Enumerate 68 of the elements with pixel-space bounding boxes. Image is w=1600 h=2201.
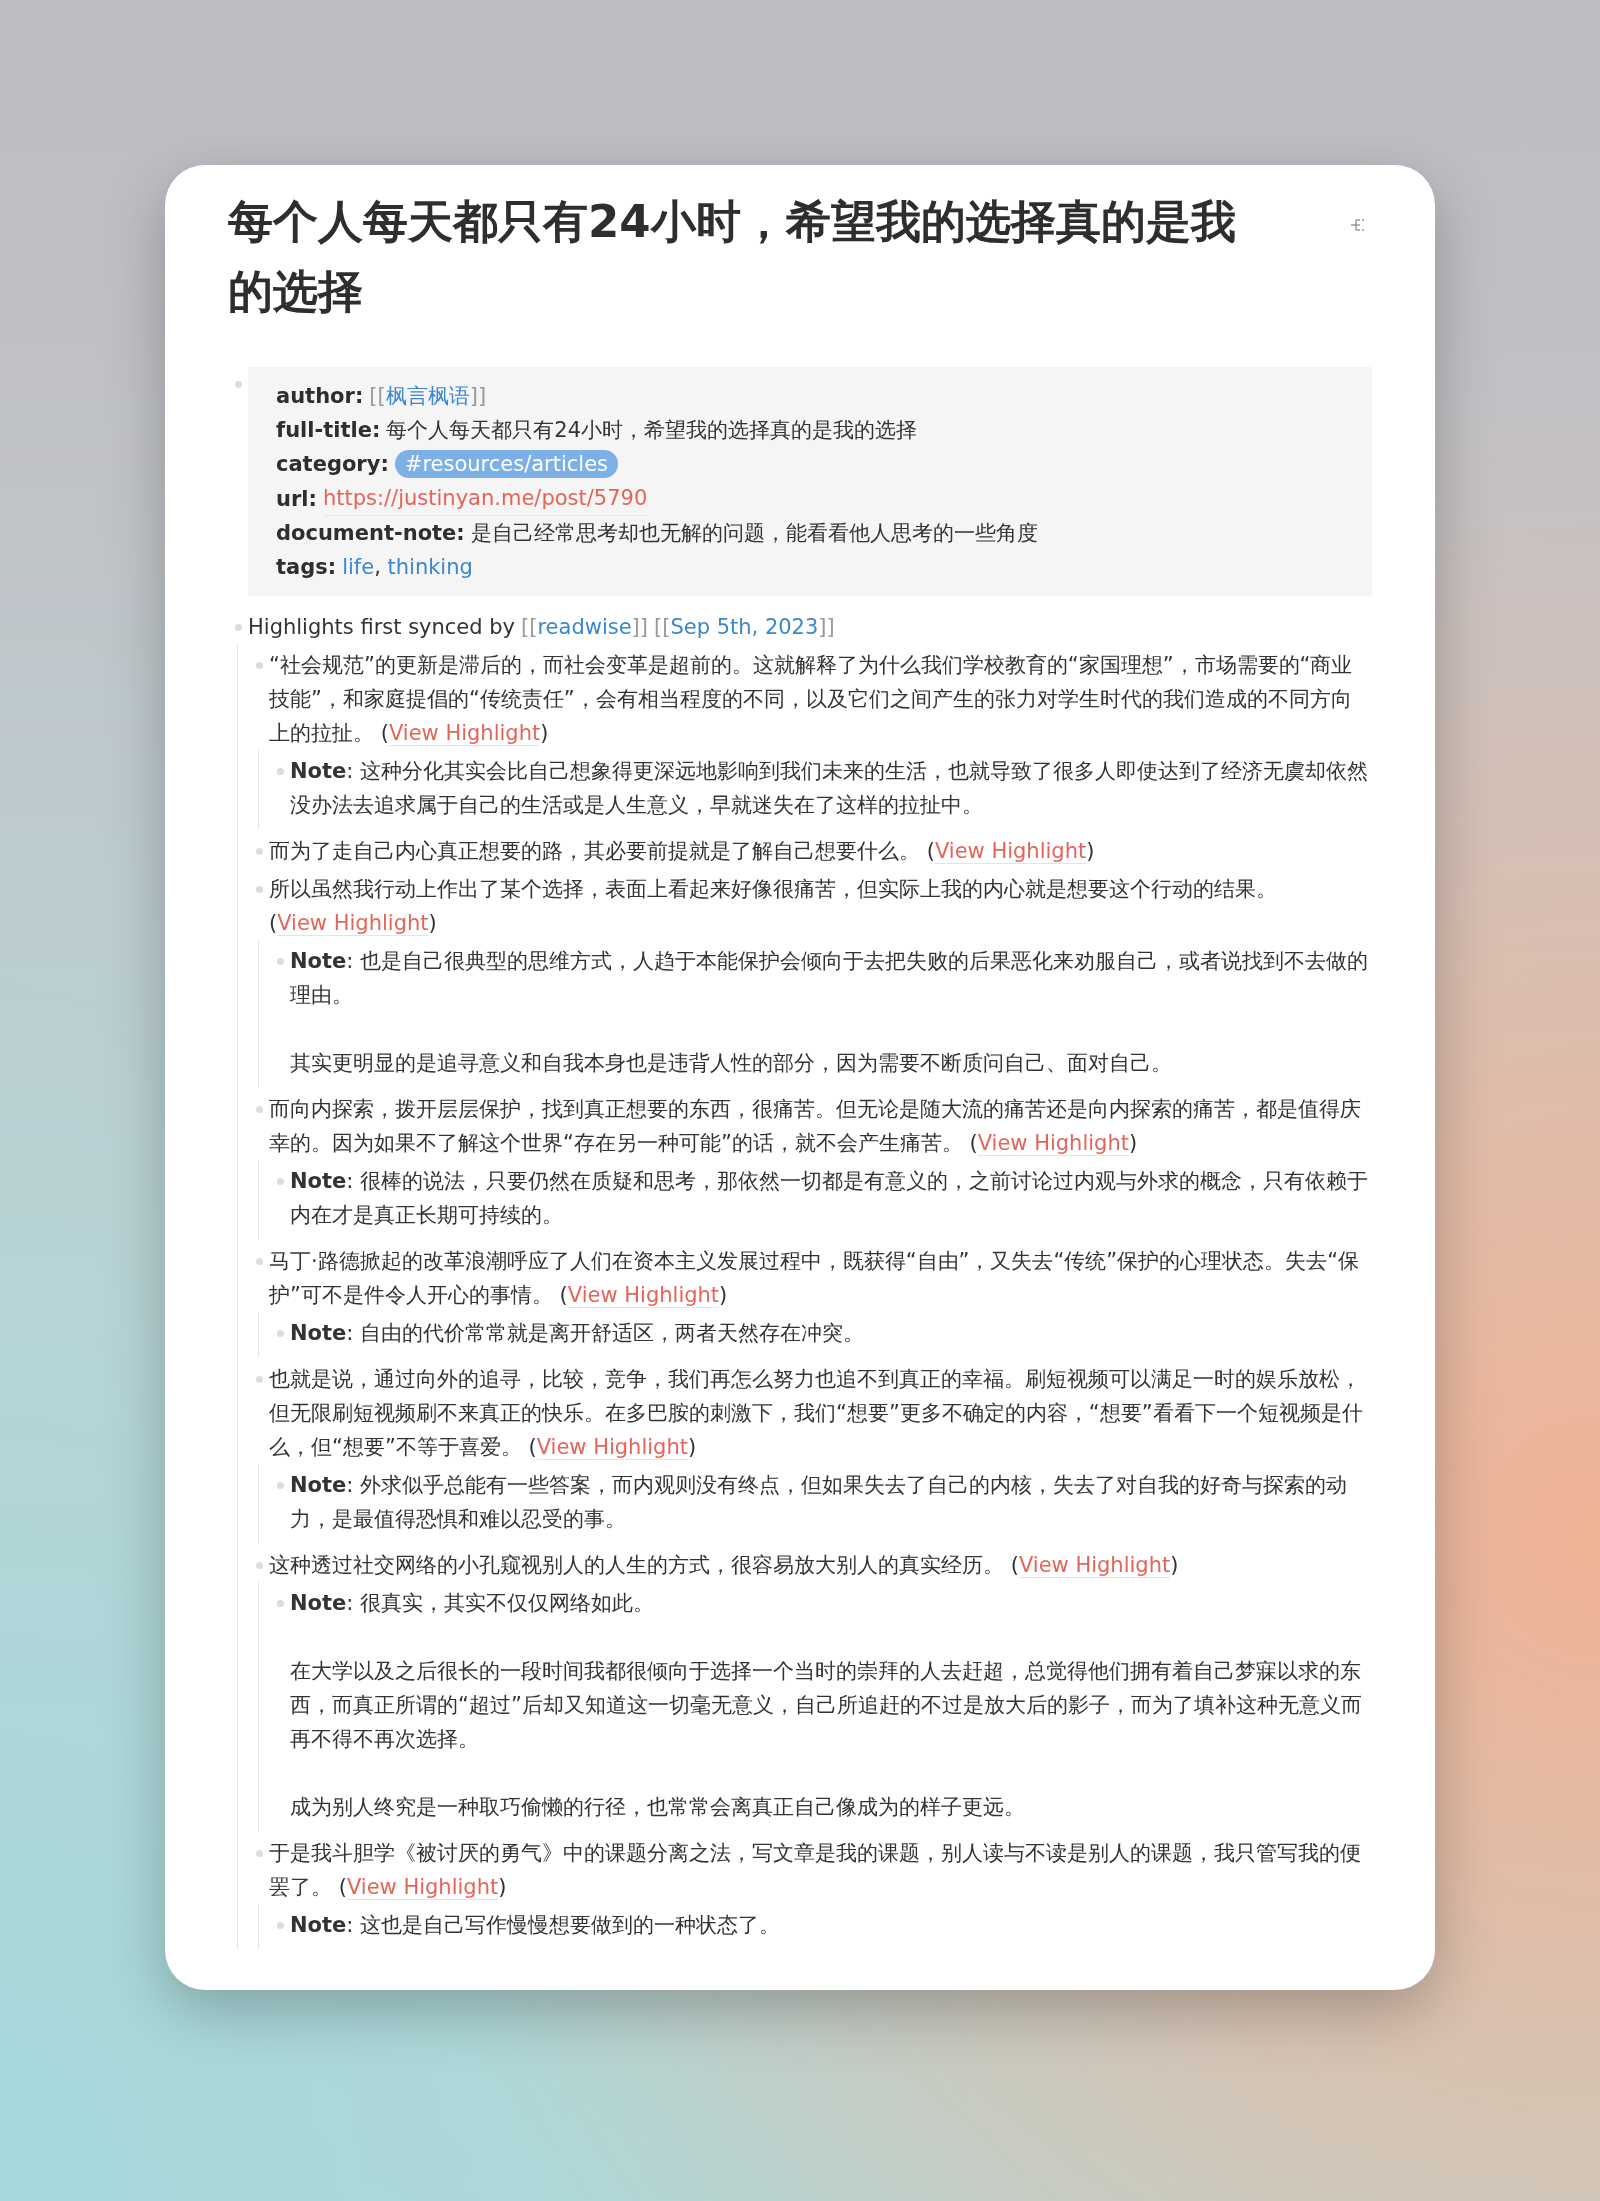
property-key: full-title: <box>276 413 381 447</box>
highlight-text: 而向内探索，拨开层层保护，找到真正想要的东西，很痛苦。但无论是随大流的痛苦还是向内探索的痛苦，都是值得庆幸的。因为如果不了解这个世界“存在另一种可能”的话，就不会产生痛苦。 (View Highlight) <box>269 1096 1362 1158</box>
highlight-text: 所以虽然我行动上作出了某个选择，表面上看起来好像很痛苦，但实际上我的内心就是想要这个行动的结果。 (View Highlight) <box>269 876 1278 938</box>
bullet-icon[interactable] <box>255 1375 263 1383</box>
bullet-icon[interactable] <box>276 1481 284 1489</box>
bullet-icon[interactable] <box>276 1599 284 1607</box>
view-highlight-link[interactable]: View Highlight <box>1018 1553 1171 1578</box>
note-text: 成为别人终究是一种取巧偷懒的行径，也常常会离真正自己像成为的样子更远。 <box>290 1794 1026 1821</box>
note-text: Note: 自由的代价常常就是离开舒适区，两者天然存在冲突。 <box>290 1320 866 1347</box>
bracket-text: ]] <box>631 615 648 639</box>
comma-text: , <box>374 555 381 579</box>
note-text: Note: 很真实，其实不仅仅网络如此。 <box>290 1590 656 1617</box>
property-key: author: <box>276 379 364 413</box>
note-text: Note: 也是自己很典型的思维方式，人趋于本能保护会倾向于去把失败的后果恶化来劝服自己，或者说找到不去做的理由。 <box>290 948 1370 1009</box>
bracket-text: ]] <box>818 615 835 639</box>
synced-text: Highlights first synced by <box>248 614 516 641</box>
view-highlight-link[interactable]: View Highlight <box>567 1283 720 1308</box>
bullet-icon[interactable] <box>255 1849 263 1857</box>
view-highlight-link[interactable]: View Highlight <box>934 839 1087 864</box>
highlight-text: 于是我斗胆学《被讨厌的勇气》中的课题分离之法，写文章是我的课题，别人读与不读是别人的课题，我只管写我的便罢了。 (View Highlight) <box>269 1840 1362 1902</box>
view-highlight-link[interactable]: View Highlight <box>536 1435 688 1460</box>
property-key: category: <box>276 447 389 481</box>
highlight-text: 这种透过社交网络的小孔窥视别人的人生的方式，很容易放大别人的真实经历。 (View Highlight) <box>269 1552 1180 1580</box>
property-key: tags: <box>276 550 337 584</box>
note-text: Note: 这也是自己写作慢慢想要做到的一种状态了。 <box>290 1912 782 1939</box>
tag-pill[interactable]: #resources/articles <box>394 450 619 478</box>
property-value: 每个人每天都只有24小时，希望我的选择真的是我的选择 <box>386 417 918 444</box>
bullet-icon[interactable] <box>276 957 284 965</box>
page-link[interactable]: readwise <box>537 615 632 639</box>
bullet-icon[interactable] <box>234 623 242 631</box>
highlight-text: 而为了走自己内心真正想要的路，其必要前提就是了解自己想要什么。 (View Highlight) <box>269 838 1096 866</box>
bullet-icon[interactable] <box>276 1329 284 1337</box>
bullet-icon[interactable] <box>255 847 263 855</box>
bullet-icon[interactable] <box>255 1561 263 1569</box>
view-highlight-link[interactable]: View Highlight <box>277 911 429 936</box>
outline-icon[interactable] <box>1350 217 1366 233</box>
page-link[interactable]: Sep 5th, 2023 <box>670 615 819 639</box>
property-key: document-note: <box>276 516 465 550</box>
property-value: 是自己经常思考却也无解的问题，能看看他人思考的一些角度 <box>470 520 1038 547</box>
note-text: Note: 这种分化其实会比自己想象得更深远地影响到我们未来的生活，也就导致了很多人即使达到了经济无虞却依然没办法去追求属于自己的生活或是人生意义，早就迷失在了这样的拉扯中。 <box>290 758 1370 819</box>
bracket-text: [[ <box>369 384 386 408</box>
tag-link[interactable]: life <box>342 555 375 579</box>
highlight-text: 马丁·路德掀起的改革浪潮呼应了人们在资本主义发展过程中，既获得“自由”，又失去“传统”保护的心理状态。失去“保护”可不是件令人开心的事情。 (View Highlight) <box>269 1248 1361 1310</box>
page-link[interactable]: 枫言枫语 <box>385 384 470 408</box>
note-text: 其实更明显的是追寻意义和自我本身也是违背人性的部分，因为需要不断质问自己、面对自己。 <box>290 1050 1173 1077</box>
property-key: url: <box>276 481 317 516</box>
bullet-icon[interactable] <box>276 1921 284 1929</box>
bullet-icon[interactable] <box>255 885 263 893</box>
bracket-text: [[ <box>521 615 538 639</box>
bracket-text: [[ <box>654 615 671 639</box>
highlight-text: 也就是说，通过向外的追寻，比较，竞争，我们再怎么努力也追不到真正的幸福。刷短视频可以满足一时的娱乐放松，但无限刷短视频刷不来真正的快乐。在多巴胺的刺激下，我们“想要”更多不确定的内容，“想要”看看下一个短视频是什么，但“想要”不等于喜爱。 (View Highlight) <box>269 1366 1364 1462</box>
view-highlight-link[interactable]: View Highlight <box>346 1875 499 1900</box>
view-highlight-link[interactable]: View Highlight <box>388 721 541 746</box>
page-title: 每个人每天都只有24小时，希望我的选择真的是我的选择 <box>228 194 1237 320</box>
bullet-icon[interactable] <box>255 1257 263 1265</box>
tag-link[interactable]: thinking <box>387 555 473 579</box>
note-text: 在大学以及之后很长的一段时间我都很倾向于选择一个当时的崇拜的人去赶超，总觉得他们拥有着自己梦寐以求的东西，而真正所谓的“超过”后却又知道这一切毫无意义，自己所追赶的不过是放大后的影子，而为了填补这种无意义而再不得不再次选择。 <box>290 1658 1363 1753</box>
note-text: Note: 很棒的说法，只要仍然在质疑和思考，那依然一切都是有意义的，之前讨论过内观与外求的概念，只有依赖于内在才是真正长期可持续的。 <box>290 1168 1370 1229</box>
highlight-text: “社会规范”的更新是滞后的，而社会变革是超前的。这就解释了为什么我们学校教育的“家国理想”，市场需要的“商业技能”，和家庭提倡的“传统责任”，会有相当程度的不同，以及它们之间产生的张力对学生时代的我们造成的不同方向上的拉扯。 (View Highlight) <box>269 652 1354 748</box>
bullet-icon[interactable] <box>276 767 284 775</box>
bracket-text: ]] <box>469 384 487 408</box>
view-highlight-link[interactable]: View Highlight <box>977 1131 1129 1156</box>
bullet-icon[interactable] <box>255 661 263 669</box>
url-link[interactable]: https://justinyan.me/post/5790 <box>322 481 648 516</box>
bullet-icon[interactable] <box>276 1177 284 1185</box>
bullet-icon[interactable] <box>255 1105 263 1113</box>
bullet-icon[interactable] <box>234 380 242 388</box>
note-text: Note: 外求似乎总能有一些答案，而内观则没有终点，但如果失去了自己的内核，失去了对自我的好奇与探索的动力，是最值得恐惧和难以忍受的事。 <box>290 1472 1349 1533</box>
